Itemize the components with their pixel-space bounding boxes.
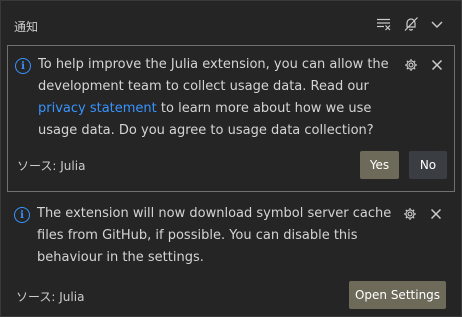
info-icon: i: [14, 207, 30, 223]
notification-source: ソース: Julia: [17, 159, 86, 173]
no-button[interactable]: No: [409, 151, 447, 179]
panel-title: 通知: [14, 20, 39, 34]
notifications-panel: 通知 i To help improve the Julia extension…: [0, 0, 462, 317]
info-icon: i: [15, 58, 31, 74]
open-settings-button[interactable]: Open Settings: [349, 281, 446, 309]
gear-icon[interactable]: [403, 57, 419, 73]
notification-symbol-server: i The extension will now download symbol…: [7, 197, 455, 315]
close-icon[interactable]: [428, 206, 444, 222]
notification-usage-data: i To help improve the Julia extension, y…: [7, 45, 455, 192]
chevron-down-icon[interactable]: [428, 15, 446, 33]
gear-icon[interactable]: [402, 206, 418, 222]
notification-message: To help improve the Julia extension, you…: [38, 57, 389, 138]
clear-all-icon[interactable]: [375, 15, 393, 33]
do-not-disturb-icon[interactable]: [402, 15, 420, 33]
privacy-statement-link[interactable]: privacy statement: [38, 101, 157, 116]
notification-source: ソース: Julia: [16, 290, 85, 304]
yes-button[interactable]: Yes: [360, 151, 399, 179]
notifications-header: 通知: [1, 1, 462, 45]
close-icon[interactable]: [429, 57, 445, 73]
notification-message: The extension will now download symbol s…: [37, 206, 392, 265]
